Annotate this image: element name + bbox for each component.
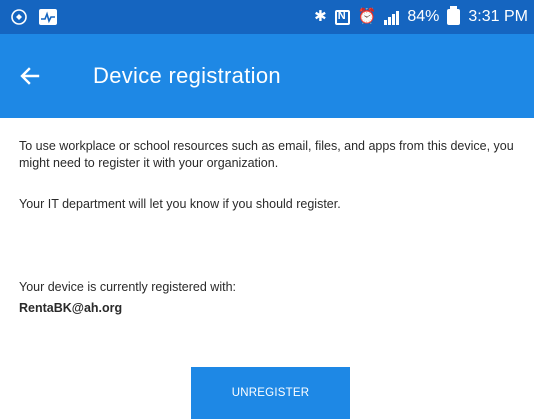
status-right-icons: ✱ ⏰ 84% 3:31 PM — [314, 5, 528, 29]
nfc-icon — [334, 9, 350, 25]
intro-text: To use workplace or school resources suc… — [19, 139, 514, 170]
battery-percent: 84% — [407, 8, 440, 25]
app-bar: Device registration — [0, 34, 534, 118]
bluetooth-icon: ✱ — [314, 8, 327, 25]
it-note-text: Your IT department will let you know if … — [19, 197, 341, 211]
battery-icon — [447, 6, 461, 25]
lte-signal-icon — [384, 9, 400, 25]
status-left-icons — [10, 6, 57, 28]
back-button[interactable] — [8, 54, 52, 98]
page-title: Device registration — [93, 63, 281, 88]
notification-icon — [10, 8, 28, 26]
unregister-button[interactable]: UNREGISTER — [191, 367, 350, 419]
arrow-left-icon — [20, 67, 40, 85]
alarm-icon: ⏰ — [357, 8, 377, 25]
status-time: 3:31 PM — [468, 8, 528, 25]
activity-monitor-icon — [38, 8, 57, 26]
registered-account: RentaBK@ah.org — [19, 301, 123, 315]
status-bar: ✱ ⏰ 84% 3:31 PM — [0, 0, 534, 34]
registered-label: Your device is currently registered with… — [19, 280, 236, 294]
